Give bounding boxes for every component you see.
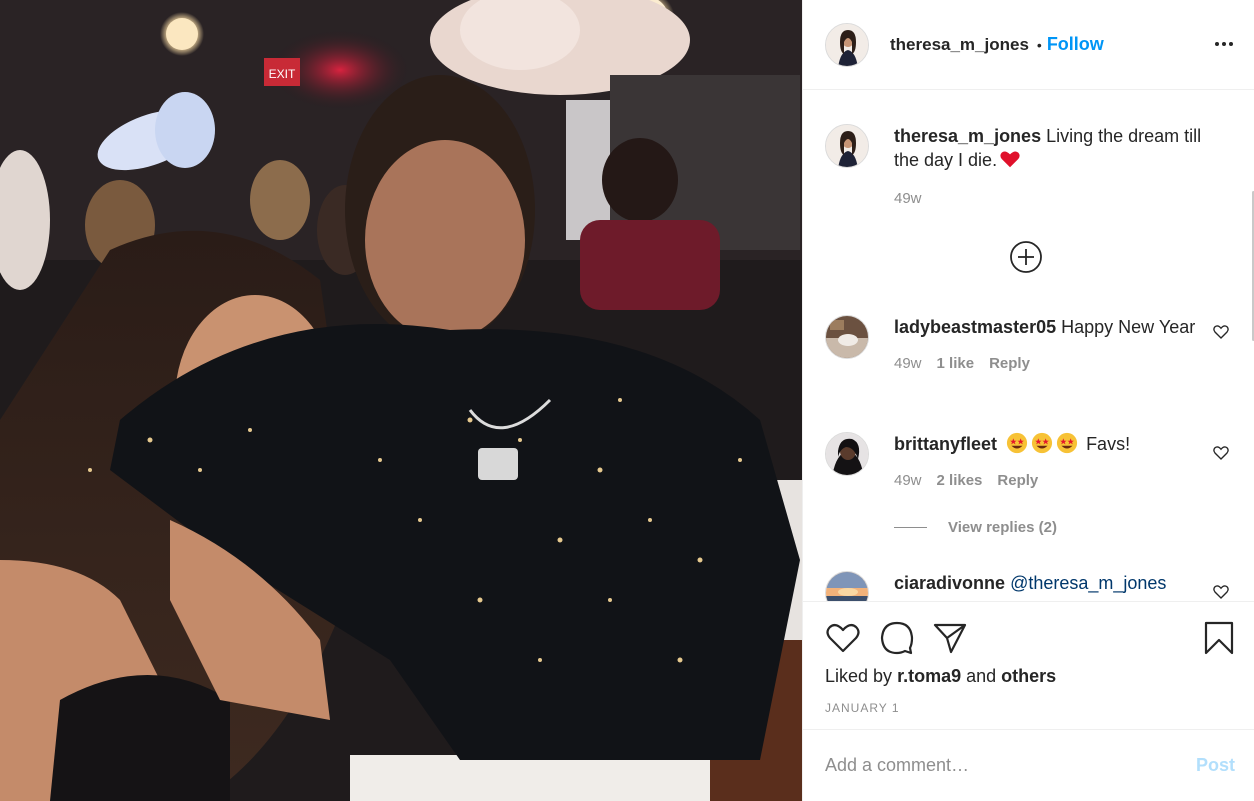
comment-body: ladybeastmaster05 Happy New Year: [894, 315, 1225, 339]
author-avatar[interactable]: [825, 22, 869, 67]
comment-text: Happy New Year: [1061, 317, 1196, 337]
svg-text:EXIT: EXIT: [269, 67, 296, 81]
comment-item: brittanyfleet Favs! 49w 2 likes Reply: [825, 432, 1229, 489]
comment-text: Favs!: [1086, 434, 1131, 454]
caption-avatar[interactable]: [825, 124, 869, 168]
post-date[interactable]: JANUARY 1: [825, 701, 900, 715]
comment-meta: 49w 1 like Reply: [894, 355, 1225, 372]
view-replies-button[interactable]: View replies (2): [894, 519, 1057, 536]
red-heart-icon: [1000, 151, 1020, 168]
liked-by-joiner: and: [966, 666, 997, 686]
caption-username[interactable]: theresa_m_jones: [894, 126, 1041, 146]
comment-age[interactable]: 49w: [894, 355, 922, 372]
liked-by-user[interactable]: r.toma9: [897, 666, 961, 686]
post-photo[interactable]: EXIT: [0, 0, 802, 801]
view-replies-line: [894, 527, 927, 528]
comment-likes[interactable]: 2 likes: [937, 472, 983, 489]
add-comment-bar: Post: [803, 729, 1254, 801]
comment-bubble-icon[interactable]: [879, 620, 915, 656]
comment-username[interactable]: ladybeastmaster05: [894, 317, 1056, 337]
commenter-avatar[interactable]: [825, 571, 869, 601]
reply-button[interactable]: Reply: [997, 472, 1038, 489]
author-username[interactable]: theresa_m_jones: [890, 35, 1029, 55]
caption: theresa_m_jones Living the dream till th…: [825, 124, 1225, 207]
like-comment-heart-icon[interactable]: [1212, 323, 1230, 341]
liked-by-prefix: Liked by: [825, 666, 893, 686]
like-heart-icon[interactable]: [825, 620, 861, 656]
post-comment-button[interactable]: Post: [1196, 755, 1235, 776]
comment-item: ladybeastmaster05 Happy New Year 49w 1 l…: [825, 315, 1229, 372]
comment-meta: 49w 2 likes Reply: [894, 472, 1225, 489]
more-options-icon[interactable]: [1215, 32, 1233, 56]
caption-age[interactable]: 49w: [894, 190, 922, 207]
like-comment-heart-icon[interactable]: [1212, 583, 1230, 601]
share-paper-plane-icon[interactable]: [932, 620, 968, 656]
comment-body: ciaradivonne @theresa_m_jones: [894, 571, 1225, 595]
caption-meta: 49w: [894, 190, 1225, 207]
comment-input[interactable]: [825, 755, 1196, 776]
load-more-comments-icon[interactable]: [1009, 240, 1043, 274]
follow-button[interactable]: Follow: [1047, 34, 1104, 55]
liked-by-others[interactable]: others: [1001, 666, 1056, 686]
post-actions: Liked by r.toma9 and others JANUARY 1: [803, 601, 1254, 729]
commenter-avatar[interactable]: [825, 315, 869, 359]
star-struck-icon: [1056, 432, 1078, 454]
save-bookmark-icon[interactable]: [1201, 620, 1237, 656]
comment-likes[interactable]: 1 like: [937, 355, 975, 372]
reply-button[interactable]: Reply: [989, 355, 1030, 372]
comment-item: ciaradivonne @theresa_m_jones: [825, 571, 1229, 601]
comment-username[interactable]: brittanyfleet: [894, 434, 997, 454]
star-struck-icon: [1006, 432, 1028, 454]
post-panel: theresa_m_jones • Follow theresa_m_jones…: [802, 0, 1254, 801]
post-photo-image: EXIT: [0, 0, 802, 801]
separator-dot: •: [1036, 36, 1042, 53]
view-replies-label: View replies (2): [948, 519, 1057, 536]
like-comment-heart-icon[interactable]: [1212, 444, 1230, 462]
comment-mention[interactable]: @theresa_m_jones: [1010, 573, 1166, 593]
caption-body: theresa_m_jones Living the dream till th…: [894, 124, 1225, 172]
comment-username[interactable]: ciaradivonne: [894, 573, 1005, 593]
commenter-avatar[interactable]: [825, 432, 869, 476]
liked-by: Liked by r.toma9 and others: [825, 666, 1056, 687]
post-header: theresa_m_jones • Follow: [803, 0, 1254, 90]
comment-age[interactable]: 49w: [894, 472, 922, 489]
comments-list[interactable]: theresa_m_jones Living the dream till th…: [803, 91, 1254, 601]
comment-body: brittanyfleet Favs!: [894, 432, 1225, 456]
star-struck-icon: [1031, 432, 1053, 454]
